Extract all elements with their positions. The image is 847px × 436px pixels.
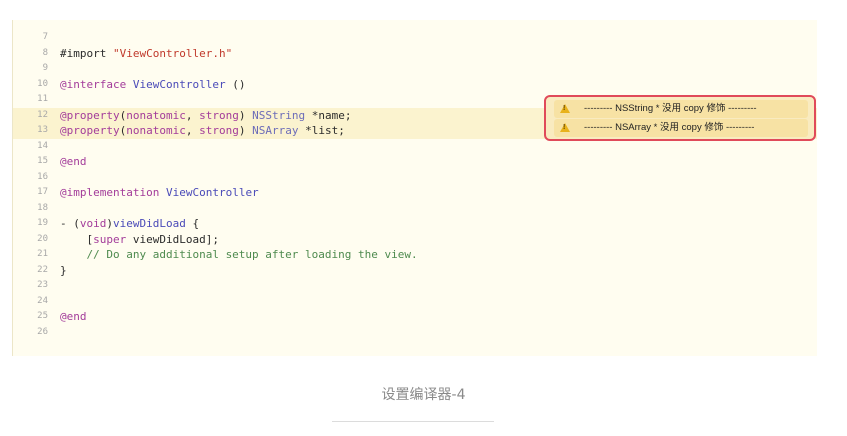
warning-message-nsarray[interactable]: --------- NSArray * 没用 copy 修饰 --------- <box>554 119 808 137</box>
code-line[interactable]: 18 <box>13 201 817 217</box>
line-number: 8 <box>42 47 48 58</box>
code-line[interactable]: 10 @interface ViewController () <box>13 77 817 93</box>
warning-triangle-icon <box>560 123 570 132</box>
code-line[interactable]: 17 @implementation ViewController <box>13 185 817 201</box>
code-line[interactable]: 19 - (void)viewDidLoad { <box>13 216 817 232</box>
line-number: 25 <box>37 311 48 321</box>
line-number: 17 <box>37 187 48 197</box>
code-line[interactable]: 16 <box>13 170 817 186</box>
code-text: @end <box>60 155 87 168</box>
line-number: 24 <box>37 295 48 306</box>
line-number: 11 <box>37 94 48 104</box>
code-text: @property(nonatomic, strong) NSString *n… <box>60 108 352 122</box>
line-number: 7 <box>42 32 48 42</box>
line-number: 16 <box>37 171 48 182</box>
code-line[interactable]: 22} <box>13 263 817 279</box>
line-number: 18 <box>37 202 48 213</box>
code-text: #import "ViewController.h" <box>60 46 233 60</box>
code-line[interactable]: 21 // Do any additional setup after load… <box>13 247 817 263</box>
code-text: @interface ViewController () <box>60 77 246 91</box>
code-line[interactable]: 8 #import "ViewController.h" <box>13 46 817 62</box>
divider <box>332 421 494 422</box>
line-number: 12 <box>37 109 48 120</box>
code-text: } <box>60 263 67 277</box>
warning-triangle-icon <box>560 104 570 113</box>
line-number: 21 <box>37 249 48 259</box>
code-text: @implementation ViewController <box>60 186 259 199</box>
line-number: 10 <box>37 78 48 89</box>
warning-text: --------- NSArray * 没用 copy 修饰 --------- <box>584 122 755 133</box>
line-number: 22 <box>37 264 48 275</box>
code-text: @end <box>60 310 87 323</box>
line-number: 14 <box>37 140 48 151</box>
code-line[interactable]: 23 <box>13 278 817 294</box>
code-line[interactable]: 9 <box>13 61 817 77</box>
code-line[interactable]: 25 @end <box>13 309 817 325</box>
line-number: 9 <box>42 63 48 73</box>
code-line[interactable]: 7 <box>13 30 817 46</box>
code-line[interactable]: 26 <box>13 325 817 341</box>
code-line[interactable]: 24 <box>13 294 817 310</box>
code-line[interactable]: 15 @end <box>13 154 817 170</box>
warning-text: --------- NSString * 没用 copy 修饰 --------… <box>584 103 757 114</box>
figure-caption: 设置编译器-4 <box>381 387 466 403</box>
code-text: // Do any additional setup after loading… <box>60 248 418 261</box>
line-number: 26 <box>37 326 48 337</box>
warning-highlight-box: --------- NSString * 没用 copy 修饰 --------… <box>544 95 816 141</box>
line-number: 15 <box>37 156 48 166</box>
line-number: 13 <box>37 125 48 135</box>
code-text: [super viewDidLoad]; <box>60 232 219 246</box>
line-number: 19 <box>37 218 48 228</box>
code-line[interactable]: 20 [super viewDidLoad]; <box>13 232 817 248</box>
warning-message-nsstring[interactable]: --------- NSString * 没用 copy 修饰 --------… <box>554 100 808 118</box>
code-editor[interactable]: 7 8 #import "ViewController.h" 9 10 @interfac… <box>12 20 817 356</box>
line-number: 23 <box>37 280 48 290</box>
line-number: 20 <box>37 233 48 244</box>
code-text: @property(nonatomic, strong) NSArray *li… <box>60 124 345 137</box>
code-text: - (void)viewDidLoad { <box>60 217 200 230</box>
